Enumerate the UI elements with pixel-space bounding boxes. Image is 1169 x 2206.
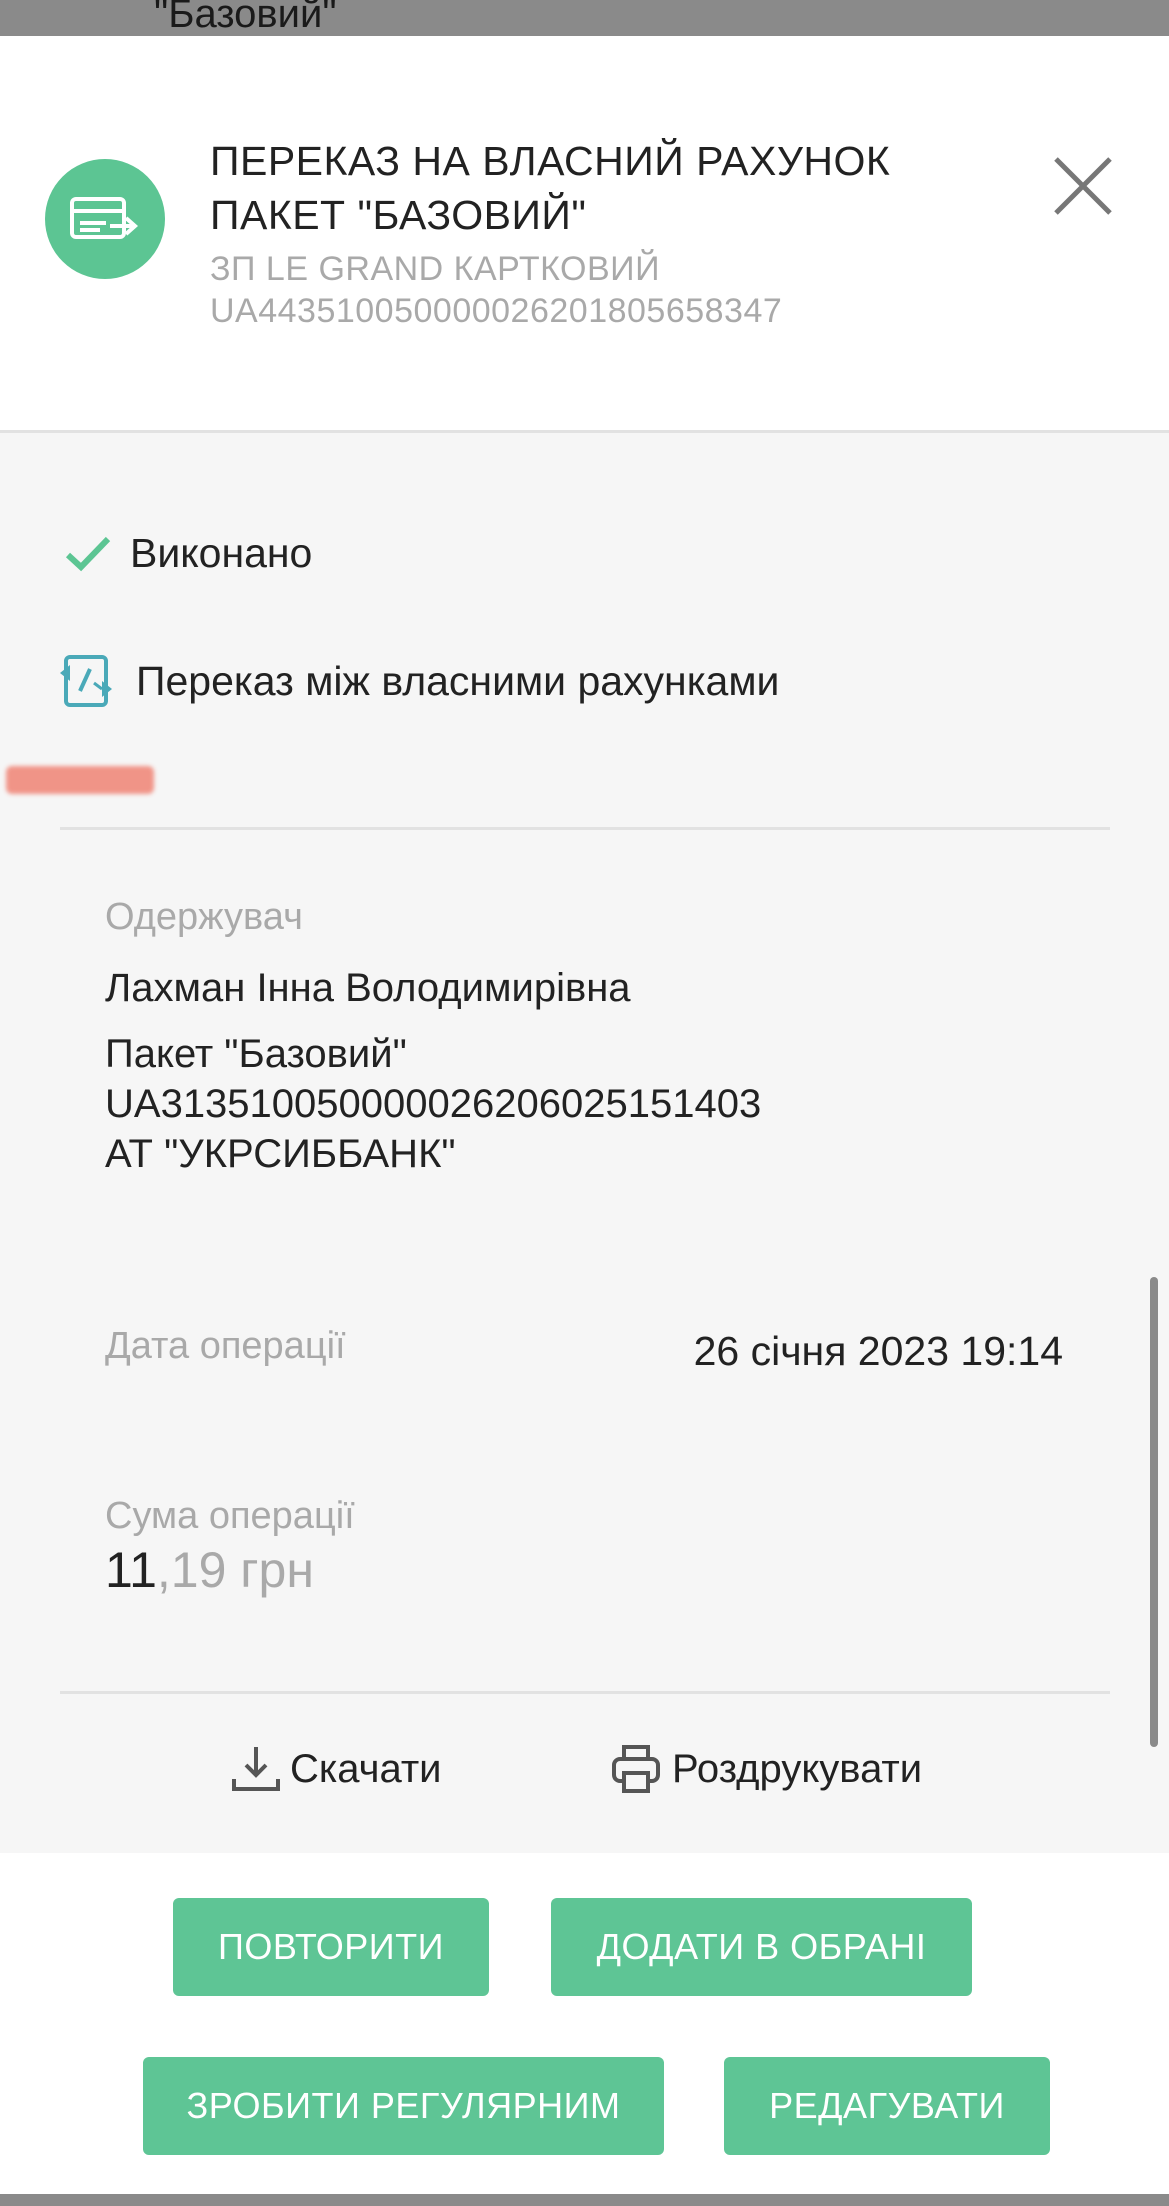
source-account: ЗП LE GRAND КАРТКОВИЙ UA4435100500000262… — [210, 248, 1110, 332]
printer-icon — [612, 1745, 660, 1793]
amount-decimal: ,19 грн — [156, 1542, 314, 1598]
action-buttons: ПОВТОРИТИ ДОДАТИ В ОБРАНІ ЗРОБИТИ РЕГУЛЯ… — [0, 1856, 1169, 2194]
date-label: Дата операції — [105, 1325, 346, 1367]
recipient-bank: АТ "УКРСИББАНК" — [105, 1132, 456, 1176]
recipient-block: Лахман Інна Володимирівна Пакет "Базовий… — [105, 963, 761, 1179]
status-row: Виконано — [64, 525, 312, 581]
download-button[interactable]: Скачати — [230, 1743, 442, 1795]
source-account-iban: UA443510050000026201805658347 — [210, 292, 783, 330]
divider-bottom — [60, 1691, 1110, 1694]
transaction-type-row: Переказ між власними рахунками — [58, 651, 779, 711]
title-line-2: ПАКЕТ "БАЗОВИЙ" — [210, 192, 587, 238]
sheet-header: ПЕРЕКАЗ НА ВЛАСНИЙ РАХУНОК ПАКЕТ "БАЗОВИ… — [0, 36, 1169, 433]
close-button[interactable] — [1050, 153, 1116, 219]
redaction-mark — [6, 766, 154, 794]
source-account-name: ЗП LE GRAND КАРТКОВИЙ — [210, 250, 661, 288]
amount-label: Сума операції — [105, 1495, 355, 1537]
status-text: Виконано — [130, 529, 313, 576]
divider-top — [60, 827, 1110, 830]
amount-integer: 11 — [105, 1542, 157, 1598]
check-icon — [65, 536, 111, 572]
add-to-favorites-button[interactable]: ДОДАТИ В ОБРАНІ — [551, 1898, 972, 1996]
recipient-label: Одержувач — [105, 896, 303, 938]
transaction-details-sheet: ПЕРЕКАЗ НА ВЛАСНИЙ РАХУНОК ПАКЕТ "БАЗОВИ… — [0, 36, 1169, 2194]
recipient-name: Лахман Інна Володимирівна — [105, 966, 631, 1010]
transaction-type-text: Переказ між власними рахунками — [136, 657, 780, 704]
recipient-iban: UA313510050000026206025151403 — [105, 1082, 762, 1126]
page-title: ПЕРЕКАЗ НА ВЛАСНИЙ РАХУНОК ПАКЕТ "БАЗОВИ… — [210, 134, 1010, 242]
backdrop-top: "Базовий" — [0, 0, 1169, 36]
scrollbar[interactable] — [1150, 1277, 1158, 1747]
card-transfer-icon — [45, 159, 165, 279]
backdrop-peek-text: "Базовий" — [154, 0, 337, 36]
operation-date: 26 січня 2023 19:14 — [693, 1328, 1063, 1374]
make-regular-button[interactable]: ЗРОБИТИ РЕГУЛЯРНИМ — [143, 2057, 664, 2155]
own-transfer-icon — [60, 655, 112, 707]
download-icon — [232, 1747, 280, 1791]
operation-amount: 11,19 грн — [105, 1541, 314, 1599]
recipient-package: Пакет "Базовий" — [105, 1032, 407, 1076]
repeat-button[interactable]: ПОВТОРИТИ — [173, 1898, 489, 1996]
print-button[interactable]: Роздрукувати — [610, 1743, 922, 1795]
edit-button[interactable]: РЕДАГУВАТИ — [724, 2057, 1050, 2155]
title-line-1: ПЕРЕКАЗ НА ВЛАСНИЙ РАХУНОК — [210, 138, 891, 184]
backdrop-bottom — [0, 2194, 1169, 2206]
transaction-body: Виконано Переказ між власними рахунками … — [0, 433, 1169, 1853]
download-label: Скачати — [290, 1746, 442, 1791]
close-icon — [1054, 157, 1112, 215]
print-label: Роздрукувати — [672, 1746, 923, 1791]
